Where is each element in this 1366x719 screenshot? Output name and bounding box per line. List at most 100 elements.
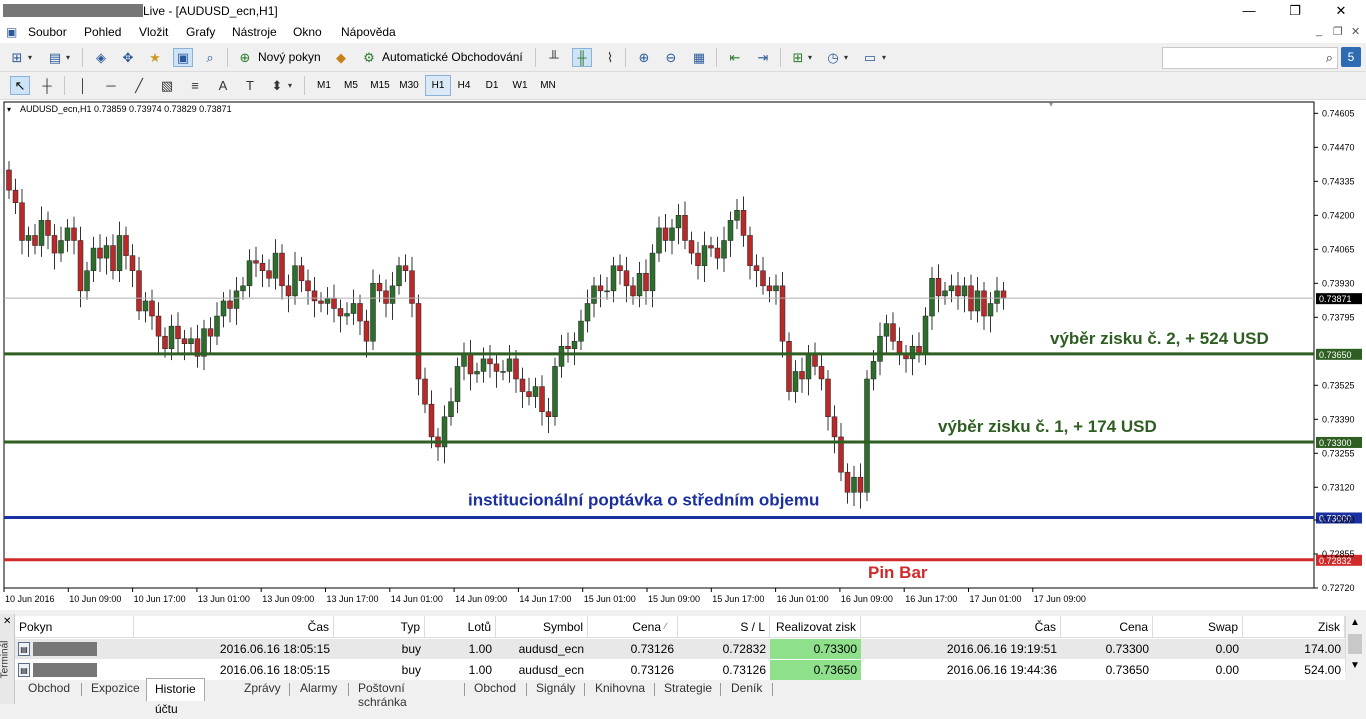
auto-trading-button[interactable]: Automatické Obchodování xyxy=(382,50,523,64)
menu-insert[interactable]: Vložit xyxy=(139,25,168,39)
candlestick-chart-icon[interactable]: ╫ xyxy=(572,48,592,67)
new-order-button[interactable]: Nový pokyn xyxy=(258,50,321,64)
tab-trade[interactable]: Obchod xyxy=(28,681,70,695)
candle-body xyxy=(90,247,97,271)
tab-news[interactable]: Zprávy xyxy=(244,681,281,695)
chevron-down-icon[interactable]: ▾ xyxy=(64,49,72,66)
profiles-icon[interactable]: ▤ xyxy=(46,49,64,66)
cursor-icon[interactable]: ↖ xyxy=(10,76,30,95)
auto-scroll-icon[interactable]: ⇥ xyxy=(754,49,772,66)
col-header-profit[interactable]: Zisk xyxy=(1243,616,1345,638)
tab-strategies[interactable]: Strategie xyxy=(664,681,712,695)
help-icon[interactable]: 5 xyxy=(1341,47,1361,67)
tab-market[interactable]: Obchod xyxy=(474,681,516,695)
timeframe-d1[interactable]: D1 xyxy=(480,76,504,95)
meta-editor-icon[interactable]: ◆ xyxy=(332,49,350,66)
horizontal-line-icon[interactable]: ─ xyxy=(102,77,120,94)
chart-window-icon[interactable]: ▣ xyxy=(6,25,17,39)
timeframe-h4[interactable]: H4 xyxy=(452,76,476,95)
indicators-icon[interactable]: ⊞ xyxy=(789,49,807,66)
timeframe-m15[interactable]: M15 xyxy=(366,76,394,95)
text-label-icon[interactable]: T xyxy=(241,77,259,94)
line-chart-icon[interactable]: ⌇ xyxy=(601,49,619,66)
tile-windows-icon[interactable]: ▦ xyxy=(690,49,708,66)
table-scrollbar[interactable]: ▲ ▼ xyxy=(1345,616,1364,672)
fibonacci-icon[interactable]: ≡ xyxy=(186,77,204,94)
col-header-order[interactable]: Pokyn xyxy=(15,616,134,638)
col-header-sl[interactable]: S / L xyxy=(678,616,770,638)
menu-charts[interactable]: Grafy xyxy=(186,25,215,39)
chart-canvas[interactable]: 0.73871 0.73650 výběr zisku č. 2, + 524 US… xyxy=(0,100,1366,610)
timeframe-w1[interactable]: W1 xyxy=(508,76,532,95)
tab-account-history[interactable]: Historie účtu xyxy=(146,678,205,716)
zoom-out-icon[interactable]: ⊖ xyxy=(662,49,680,66)
chart-shift-marker-icon[interactable]: ▾ xyxy=(1049,100,1053,109)
zoom-in-icon[interactable]: ⊕ xyxy=(635,49,653,66)
equidistant-channel-icon[interactable]: ▧ xyxy=(158,77,176,94)
chart-shift-icon[interactable]: ⇤ xyxy=(726,49,744,66)
col-header-close-time[interactable]: Čas xyxy=(861,616,1061,638)
tab-alerts[interactable]: Alarmy xyxy=(300,681,337,695)
timeframe-m5[interactable]: M5 xyxy=(339,76,363,95)
timeframe-m30[interactable]: M30 xyxy=(395,76,423,95)
trendline-icon[interactable]: ╱ xyxy=(130,77,148,94)
strategy-tester-icon[interactable]: ⌕ xyxy=(201,49,219,66)
col-header-time[interactable]: Čas xyxy=(134,616,334,638)
tab-mailbox[interactable]: Poštovní schránka xyxy=(358,681,407,709)
col-header-type[interactable]: Typ xyxy=(334,616,425,638)
timeframe-h1[interactable]: H1 xyxy=(425,75,451,96)
candle-body xyxy=(253,260,259,264)
arrows-icon[interactable]: ⬍ xyxy=(268,77,286,94)
table-row[interactable]: ▤ 2016.06.16 18:05:15 buy 1.00 audusd_ec… xyxy=(15,639,1345,659)
table-row[interactable]: ▤ 2016.06.16 18:05:15 buy 1.00 audusd_ec… xyxy=(15,660,1345,680)
scroll-down-icon[interactable]: ▼ xyxy=(1346,660,1364,671)
timeframe-mn[interactable]: MN xyxy=(535,76,561,95)
col-header-lots[interactable]: Lotů xyxy=(425,616,496,638)
menu-help[interactable]: Nápověda xyxy=(341,25,396,39)
maximize-button[interactable]: ❐ xyxy=(1280,2,1310,20)
templates-icon[interactable]: ▭ xyxy=(861,49,879,66)
text-icon[interactable]: A xyxy=(214,77,232,94)
chart-menu-icon[interactable]: ▾ xyxy=(7,105,11,114)
new-order-icon[interactable]: ⊕ xyxy=(236,49,254,66)
terminal-icon[interactable]: ▣ xyxy=(173,48,193,67)
periods-icon[interactable]: ◷ xyxy=(824,49,842,66)
col-header-symbol[interactable]: Symbol xyxy=(496,616,588,638)
bar-chart-icon[interactable]: ╨ xyxy=(545,49,563,66)
scroll-up-icon[interactable]: ▲ xyxy=(1346,617,1364,628)
crosshair-icon[interactable]: ┼ xyxy=(38,77,56,94)
close-button[interactable]: ✕ xyxy=(1326,2,1356,20)
navigator-icon[interactable]: ★ xyxy=(146,49,164,66)
search-input[interactable]: ⌕ xyxy=(1162,47,1338,69)
data-window-icon[interactable]: ✥ xyxy=(119,49,137,66)
chevron-down-icon[interactable]: ▾ xyxy=(806,49,814,66)
tab-journal[interactable]: Deník xyxy=(731,681,762,695)
menu-tools[interactable]: Nástroje xyxy=(232,25,277,39)
chevron-down-icon[interactable]: ▾ xyxy=(26,49,34,66)
timeframe-m1[interactable]: M1 xyxy=(312,76,336,95)
col-header-tp[interactable]: Realizovat zisk xyxy=(770,616,861,638)
scrollbar-thumb[interactable] xyxy=(1348,634,1362,654)
menu-view[interactable]: Pohled xyxy=(84,25,121,39)
auto-trading-icon[interactable]: ⚙ xyxy=(360,49,378,66)
tab-library[interactable]: Knihovna xyxy=(595,681,645,695)
chevron-down-icon[interactable]: ▾ xyxy=(880,49,888,66)
col-header-close-price[interactable]: Cena xyxy=(1061,616,1153,638)
price-chart[interactable]: 0.73871 0.73650 výběr zisku č. 2, + 524 US… xyxy=(0,100,1366,610)
new-chart-icon[interactable]: ⊞ xyxy=(8,49,26,66)
mdi-restore-icon[interactable]: ❐ xyxy=(1333,25,1343,38)
vertical-line-icon[interactable]: │ xyxy=(74,77,92,94)
mdi-minimize-icon[interactable]: _ xyxy=(1316,25,1322,37)
menu-window[interactable]: Okno xyxy=(293,25,322,39)
tab-exposure[interactable]: Expozice xyxy=(91,681,140,695)
close-icon[interactable]: ✕ xyxy=(3,616,11,627)
minimize-button[interactable]: — xyxy=(1234,2,1264,20)
col-header-swap[interactable]: Swap xyxy=(1153,616,1243,638)
tab-signals[interactable]: Signály xyxy=(536,681,575,695)
search-icon[interactable]: ⌕ xyxy=(1326,50,1333,66)
menu-file[interactable]: Soubor xyxy=(28,25,67,39)
chevron-down-icon[interactable]: ▾ xyxy=(286,77,294,94)
mdi-close-icon[interactable]: ✕ xyxy=(1351,25,1360,38)
chevron-down-icon[interactable]: ▾ xyxy=(842,49,850,66)
market-watch-icon[interactable]: ◈ xyxy=(92,49,110,66)
